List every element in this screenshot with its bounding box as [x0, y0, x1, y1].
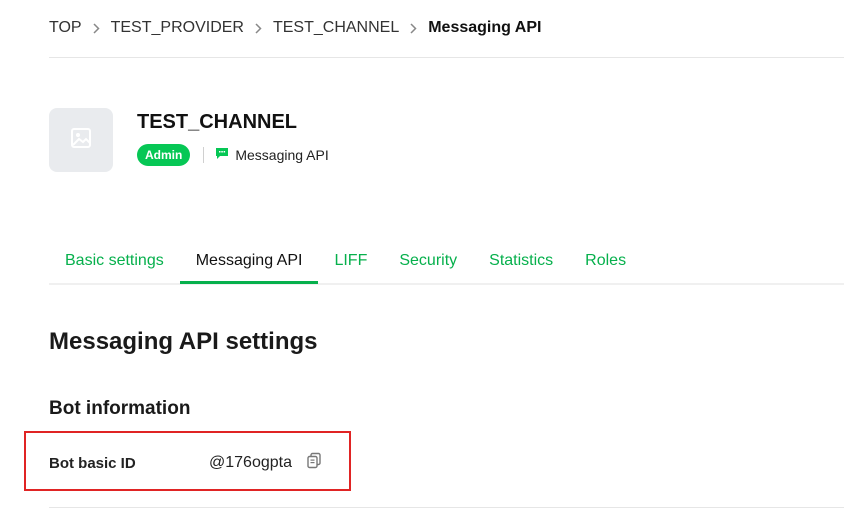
tab-roles[interactable]: Roles: [569, 238, 642, 284]
breadcrumb-channel[interactable]: TEST_CHANNEL: [273, 19, 399, 37]
chevron-right-icon: [255, 22, 262, 34]
tab-basic-settings[interactable]: Basic settings: [49, 238, 180, 284]
channel-type-label: Messaging API: [235, 147, 329, 163]
image-placeholder-icon: [70, 127, 92, 154]
chevron-right-icon: [93, 22, 100, 34]
channel-name: TEST_CHANNEL: [137, 111, 298, 133]
breadcrumb-top[interactable]: TOP: [49, 19, 82, 37]
breadcrumb-current: Messaging API: [428, 19, 542, 36]
chevron-right-icon: [410, 22, 417, 34]
channel-tabs: Basic settings Messaging API LIFF Securi…: [49, 238, 844, 285]
section-heading: Bot information: [49, 398, 191, 419]
page-title: Messaging API settings: [49, 328, 318, 355]
bot-basic-id-value: @176ogpta: [209, 454, 292, 471]
tab-security[interactable]: Security: [383, 238, 473, 284]
tab-row: Basic settings Messaging API LIFF Securi…: [49, 238, 642, 284]
meta-divider: [203, 147, 205, 163]
bot-basic-id-label: Bot basic ID: [49, 455, 136, 472]
tab-messaging-api[interactable]: Messaging API: [179, 238, 319, 284]
copy-icon: [306, 452, 322, 474]
channel-type: Messaging API: [215, 147, 329, 163]
tab-statistics[interactable]: Statistics: [473, 238, 569, 284]
channel-meta: Admin Messaging API: [137, 143, 329, 167]
role-badge: Admin: [137, 144, 191, 166]
header-divider: [49, 57, 844, 58]
tab-liff[interactable]: LIFF: [318, 238, 383, 284]
chat-bubble-icon: [215, 147, 235, 163]
field-divider: [49, 507, 844, 508]
breadcrumb: TOP TEST_PROVIDER TEST_CHANNEL Messaging…: [49, 16, 541, 40]
copy-button[interactable]: [304, 452, 324, 474]
channel-thumbnail: [49, 108, 113, 172]
breadcrumb-provider[interactable]: TEST_PROVIDER: [111, 19, 244, 37]
